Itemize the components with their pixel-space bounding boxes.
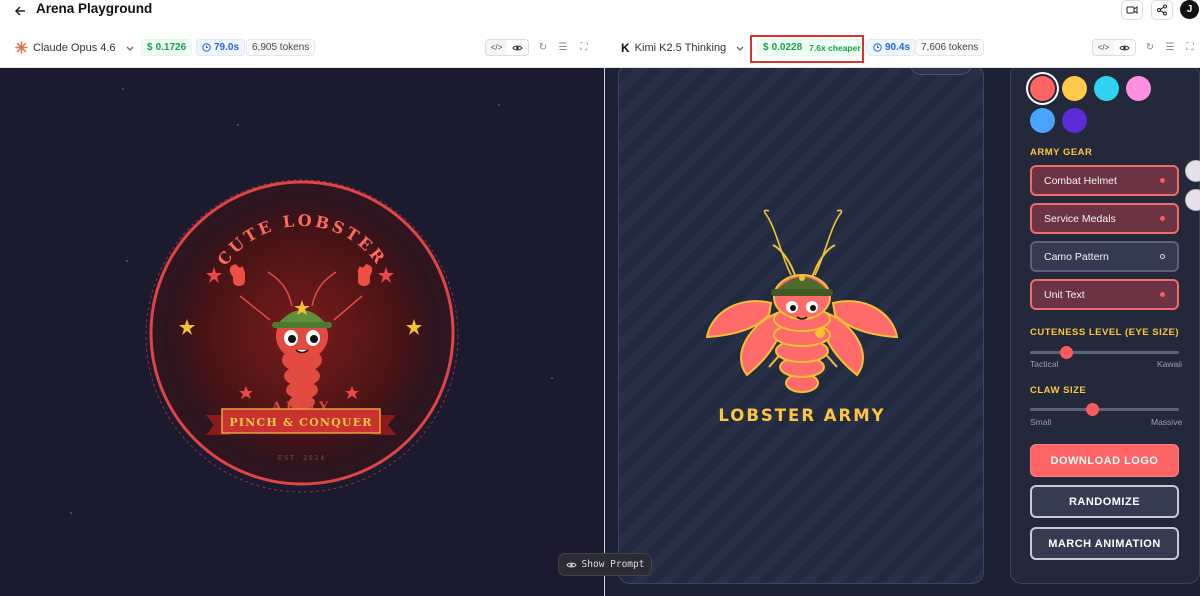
right-model-name: Kimi K2.5 Thinking (634, 42, 727, 54)
video-icon[interactable] (1121, 0, 1143, 20)
est-text: EST. 2024 (278, 455, 327, 462)
highlight-box (750, 35, 864, 63)
eye-icon (565, 562, 577, 567)
color-swatch[interactable] (1126, 76, 1151, 101)
cuteness-max-label: Kawaii (1157, 359, 1183, 369)
cuteness-min-label: Tactical (1030, 359, 1059, 369)
gear-toggle-service-medals[interactable]: Service Medals (1030, 203, 1179, 234)
chevron-down-icon (126, 46, 134, 51)
top-bar: Arena Playground J (0, 0, 1200, 30)
lobster-army-title: LOBSTER ARMY (718, 406, 886, 425)
color-swatch[interactable] (1062, 108, 1087, 133)
gear-toggle-camo-pattern[interactable]: Camo Pattern (1030, 241, 1179, 272)
claw-max-label: Massive (1151, 417, 1183, 427)
customizer-sidebar: ARMY GEAR Combat Helmet Service Medals C… (1010, 68, 1200, 584)
claude-logo-icon (15, 41, 28, 54)
right-view-toggle: </> (1092, 39, 1136, 56)
gear-label: Unit Text (1044, 288, 1085, 301)
cuteness-slider-thumb[interactable] (1059, 346, 1073, 359)
left-cost-badge: $ 0.1726 (141, 39, 193, 56)
claw-size-slider[interactable] (1030, 403, 1179, 416)
kimi-logo-icon: K (621, 41, 630, 55)
right-time-badge: 90.4s (867, 39, 917, 56)
randomize-button[interactable]: RANDOMIZE (1030, 485, 1179, 518)
left-preview-panel: CUTE LOBSTER ARMY PINCH & CONQUER EST. 2… (0, 68, 604, 596)
page-title: Arena Playground (36, 1, 153, 16)
logo-canvas-card: LOBSTER ARMY (618, 68, 984, 584)
dollar-icon: $ (147, 42, 153, 53)
preview-eye-icon[interactable] (507, 40, 528, 55)
toggle-dot (1160, 178, 1165, 183)
color-swatch[interactable] (1030, 108, 1055, 133)
left-view-toggle: </> (485, 39, 529, 56)
code-view-icon[interactable]: </> (486, 40, 507, 55)
claw-size-label: CLAW SIZE (1030, 385, 1087, 396)
refresh-icon[interactable]: ↻ (1144, 41, 1156, 53)
fullscreen-icon[interactable]: ⛶ (1184, 41, 1196, 53)
left-model-selector[interactable]: Claude Opus 4.6 (15, 41, 135, 54)
color-swatch[interactable] (1062, 76, 1087, 101)
claw-min-label: Small (1030, 417, 1052, 427)
back-arrow-icon[interactable] (12, 3, 28, 19)
share-icon[interactable] (1151, 0, 1173, 20)
banner-text: PINCH & CONQUER (229, 416, 372, 429)
show-prompt-label: Show Prompt (581, 559, 645, 570)
show-prompt-button[interactable]: Show Prompt (558, 553, 652, 576)
right-model-bar: K Kimi K2.5 Thinking $ 0.0228 7.6x cheap… (605, 30, 1200, 68)
color-swatch[interactable] (1094, 76, 1119, 101)
clock-icon (873, 43, 882, 52)
claw-size-slider-thumb[interactable] (1085, 403, 1099, 416)
lobster-badge-logo: CUTE LOBSTER ARMY PINCH & CONQUER EST. 2… (70, 88, 553, 514)
floating-tab-icon[interactable] (1185, 189, 1200, 211)
cuteness-slider[interactable] (1030, 346, 1179, 359)
right-tokens-badge: 7,606 tokens (915, 39, 985, 56)
chevron-down-icon (736, 46, 744, 51)
gear-label: Combat Helmet (1044, 174, 1117, 187)
cuteness-label: CUTENESS LEVEL (EYE SIZE) (1030, 327, 1180, 338)
army-gear-label: ARMY GEAR (1030, 147, 1093, 158)
gear-label: Service Medals (1044, 212, 1116, 225)
settings-sliders-icon[interactable]: ☰ (557, 41, 569, 53)
left-model-bar: Claude Opus 4.6 $ 0.1726 79.0s 6,905 tok… (0, 30, 604, 68)
left-tokens-badge: 6,905 tokens (246, 39, 316, 56)
floating-tab-icon[interactable] (1185, 160, 1200, 182)
clock-icon (202, 43, 211, 52)
fullscreen-icon[interactable]: ⛶ (578, 41, 590, 53)
march-animation-button[interactable]: MARCH ANIMATION (1030, 527, 1179, 560)
preview-eye-icon[interactable] (1114, 40, 1135, 55)
user-avatar[interactable]: J (1180, 0, 1199, 19)
gear-toggle-combat-helmet[interactable]: Combat Helmet (1030, 165, 1179, 196)
refresh-icon[interactable]: ↻ (537, 41, 549, 53)
left-time-value: 79.0s (214, 42, 240, 53)
left-time-badge: 79.0s (196, 39, 246, 56)
code-view-icon[interactable]: </> (1093, 40, 1114, 55)
gear-label: Camo Pattern (1044, 250, 1109, 263)
right-model-selector[interactable]: K Kimi K2.5 Thinking (621, 41, 745, 55)
toggle-dot (1160, 292, 1165, 297)
lobster-mascot (705, 209, 899, 393)
toggle-dot (1160, 254, 1165, 259)
right-time-value: 90.4s (885, 42, 911, 53)
left-model-name: Claude Opus 4.6 (33, 41, 116, 54)
download-logo-button[interactable]: DOWNLOAD LOGO (1030, 444, 1179, 477)
settings-sliders-icon[interactable]: ☰ (1164, 41, 1176, 53)
toggle-dot (1160, 216, 1165, 221)
right-preview-panel: LOBSTER ARMY ARMY GEAR Combat Helmet Ser… (605, 68, 1200, 596)
gear-toggle-unit-text[interactable]: Unit Text (1030, 279, 1179, 310)
left-cost-value: 0.1726 (155, 42, 187, 53)
color-swatch[interactable] (1030, 76, 1055, 101)
